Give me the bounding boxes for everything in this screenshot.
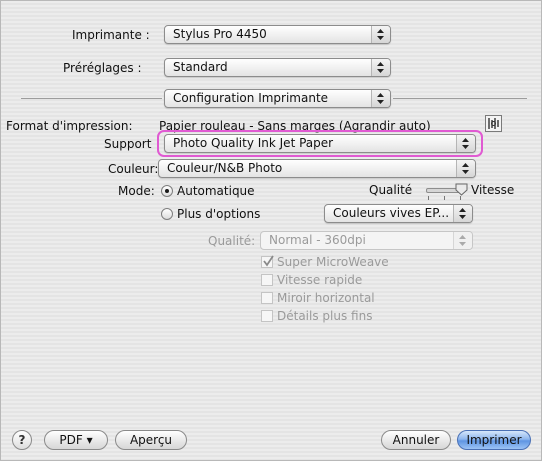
- separator: [21, 98, 162, 99]
- automatic-label[interactable]: Automatique: [177, 184, 255, 198]
- popup-arrows-icon: [371, 90, 390, 107]
- popup-arrows-icon: [371, 26, 390, 43]
- finer-details-label: Détails plus fins: [277, 309, 373, 323]
- roll-paper-settings-icon[interactable]: [485, 115, 502, 132]
- fast-speed-checkbox[interactable]: [261, 274, 273, 286]
- popup-arrows-icon: [453, 232, 472, 249]
- slider-tick: [428, 196, 429, 200]
- print-dialog: Imprimante : Stylus Pro 4450 Préréglages…: [0, 0, 542, 461]
- advanced-quality-popup[interactable]: Normal - 360dpi: [260, 231, 473, 250]
- slider-tick: [460, 196, 461, 200]
- support-popup[interactable]: Photo Quality Ink Jet Paper: [164, 134, 476, 153]
- popup-arrows-icon: [456, 160, 475, 177]
- color-value: Couleur/N&B Photo: [167, 161, 283, 175]
- slider-thumb[interactable]: [455, 183, 468, 196]
- super-microweave-label: Super MicroWeave: [277, 255, 389, 269]
- more-options-label[interactable]: Plus d'options: [177, 207, 260, 221]
- fast-speed-label: Vitesse rapide: [277, 273, 363, 287]
- automatic-radio[interactable]: [161, 185, 173, 197]
- finer-details-checkbox[interactable]: [261, 310, 273, 322]
- color-label: Couleur:: [108, 162, 159, 176]
- speed-slider-label: Vitesse: [471, 183, 515, 197]
- mode-label: Mode:: [118, 184, 155, 198]
- advanced-quality-value: Normal - 360dpi: [269, 233, 366, 247]
- printer-label: Imprimante :: [72, 28, 150, 42]
- popup-arrows-icon: [371, 59, 390, 76]
- slider-tick: [444, 196, 445, 200]
- printer-value: Stylus Pro 4450: [173, 27, 267, 41]
- horizontal-mirror-checkbox[interactable]: [261, 292, 273, 304]
- presets-value: Standard: [173, 60, 228, 74]
- pdf-button[interactable]: PDF ▾: [44, 430, 108, 450]
- panel-value: Configuration Imprimante: [173, 91, 329, 105]
- support-label: Support: [104, 137, 152, 151]
- support-value: Photo Quality Ink Jet Paper: [173, 136, 334, 150]
- preview-button[interactable]: Aperçu: [115, 430, 187, 450]
- color-popup[interactable]: Couleur/N&B Photo: [158, 159, 476, 178]
- advanced-quality-label: Qualité:: [208, 234, 256, 248]
- color-mode-value: Couleurs vives EP...: [333, 206, 450, 220]
- quality-slider-label: Qualité: [369, 183, 413, 197]
- popup-arrows-icon: [453, 205, 472, 222]
- panel-popup[interactable]: Configuration Imprimante: [164, 89, 391, 108]
- more-options-radio[interactable]: [161, 208, 173, 220]
- color-mode-popup[interactable]: Couleurs vives EP...: [324, 204, 473, 223]
- super-microweave-checkbox[interactable]: [261, 255, 274, 268]
- popup-arrows-icon: [456, 135, 475, 152]
- print-button[interactable]: Imprimer: [457, 430, 531, 450]
- horizontal-mirror-label: Miroir horizontal: [277, 291, 375, 305]
- cancel-button[interactable]: Annuler: [381, 430, 451, 450]
- printer-popup[interactable]: Stylus Pro 4450: [164, 25, 391, 44]
- presets-label: Préréglages :: [63, 61, 142, 75]
- paper-format-label: Format d'impression:: [6, 119, 133, 133]
- help-button[interactable]: ?: [12, 430, 32, 450]
- separator: [393, 98, 527, 99]
- presets-popup[interactable]: Standard: [164, 58, 391, 77]
